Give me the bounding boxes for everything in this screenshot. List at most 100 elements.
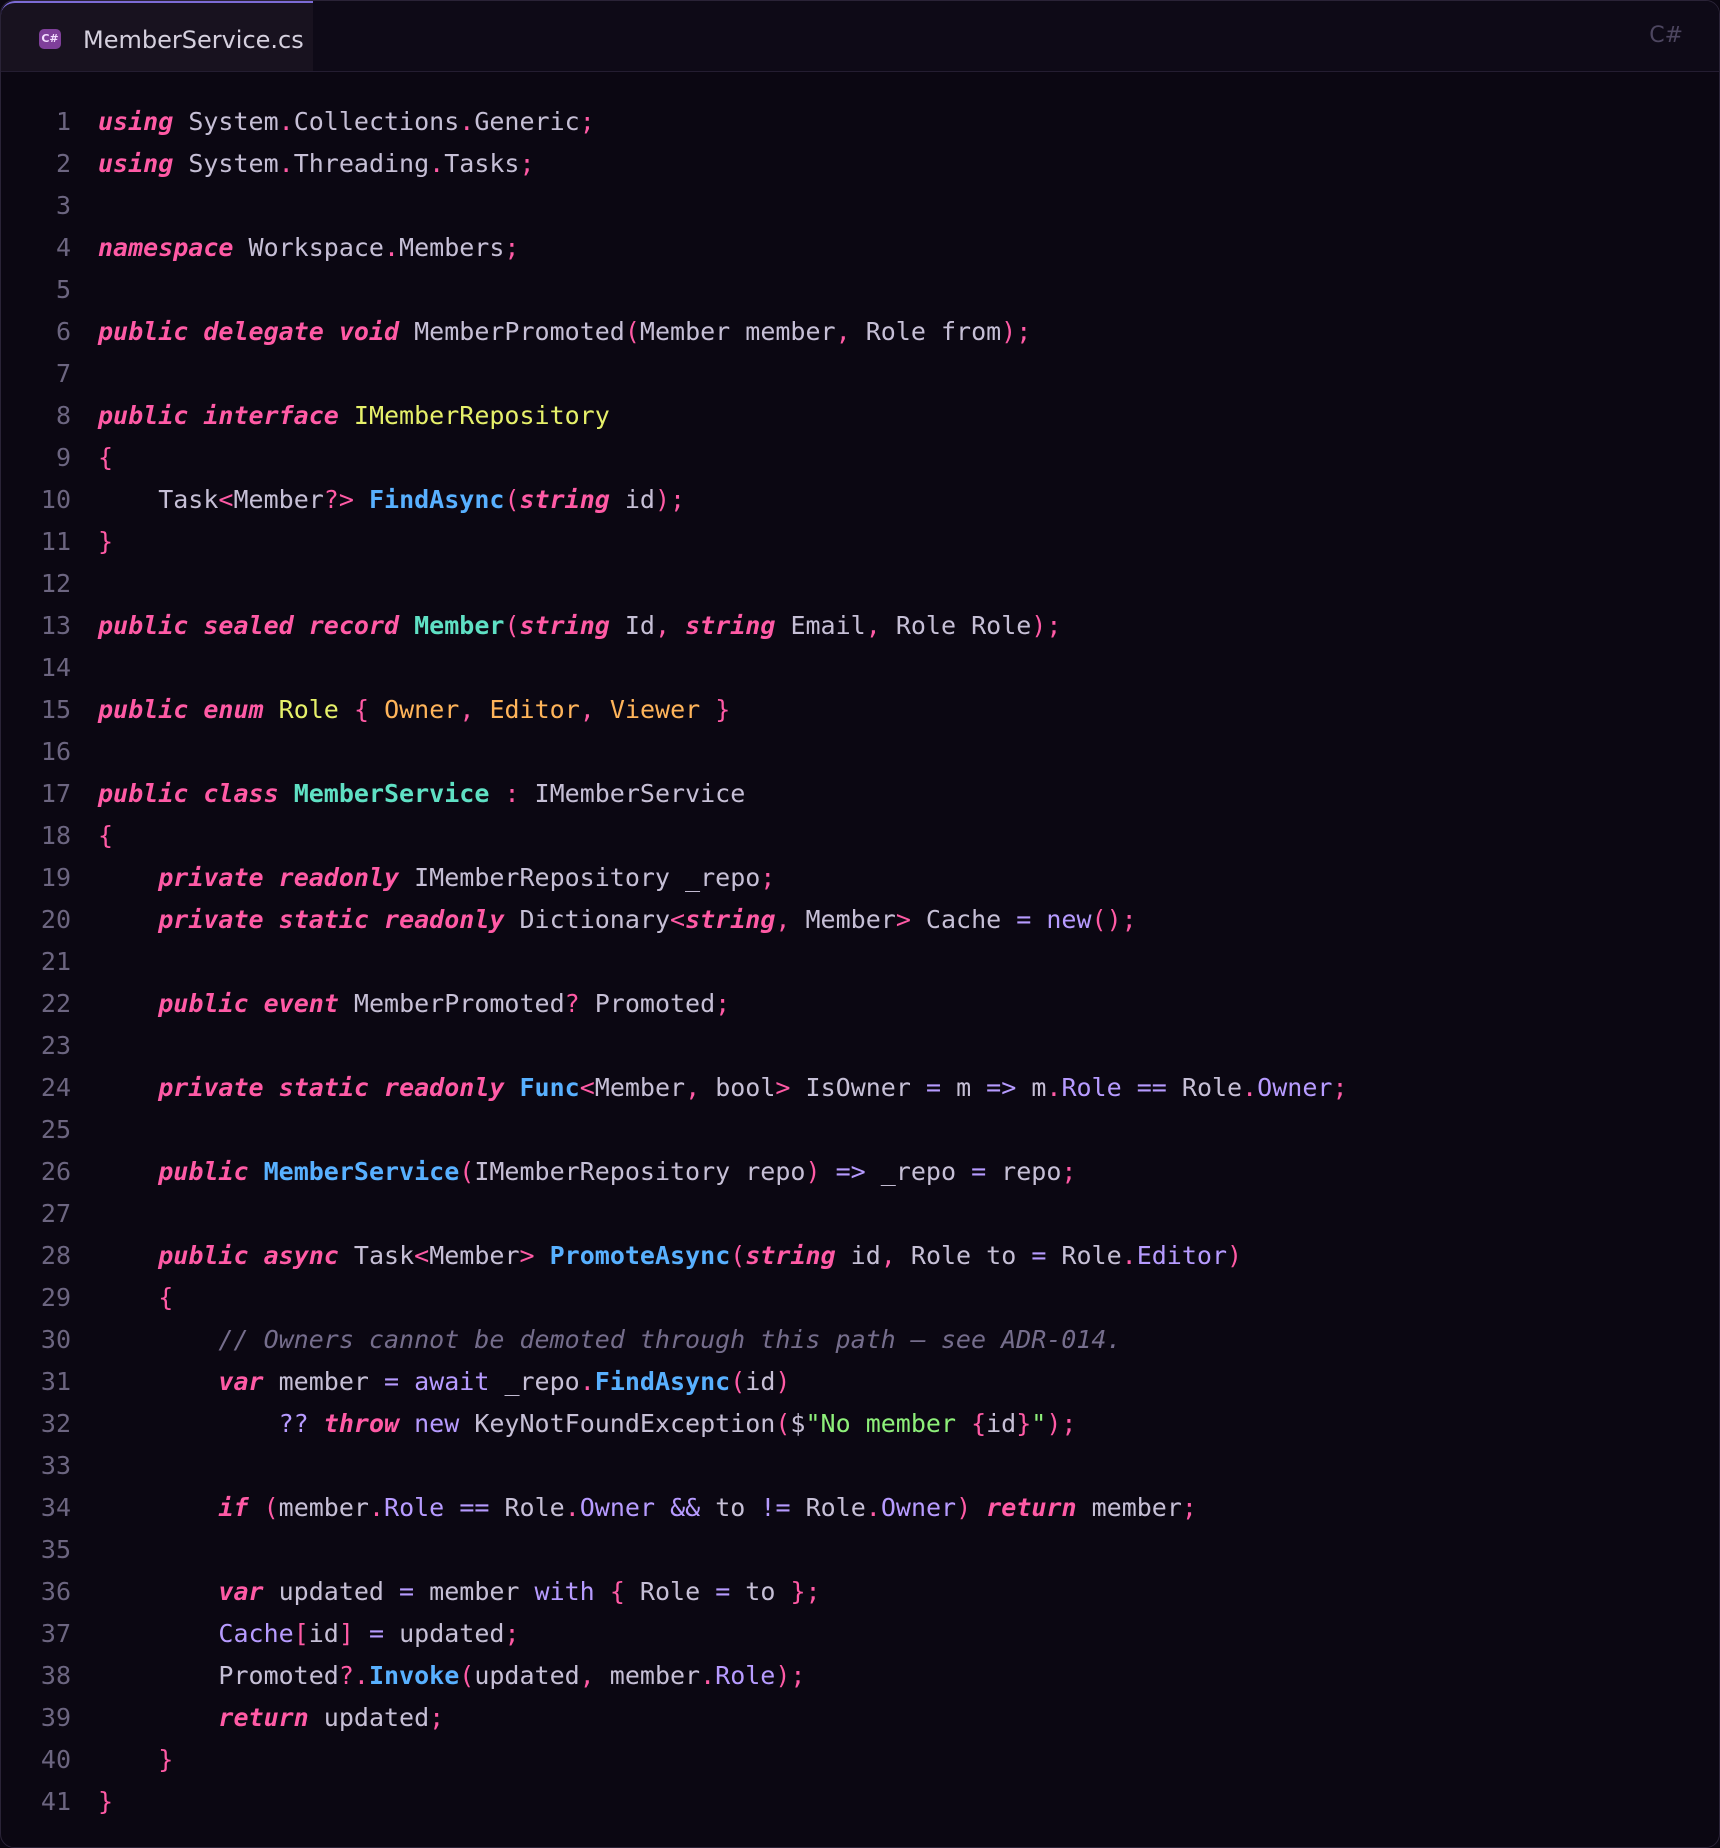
code-line[interactable]: 38 Promoted?.Invoke(updated, member.Role… xyxy=(1,1655,1719,1697)
line-number: 7 xyxy=(55,359,71,388)
code-token: delegate xyxy=(203,317,324,346)
code-line[interactable]: 34 if (member.Role == Role.Owner && to !… xyxy=(1,1487,1719,1529)
line-number: 9 xyxy=(55,443,71,472)
line-number: 36 xyxy=(40,1577,71,1606)
code-line[interactable]: 25 xyxy=(1,1109,1719,1151)
code-token: private xyxy=(158,1073,264,1102)
code-line[interactable]: 40 } xyxy=(1,1739,1719,1781)
code-line[interactable]: 41} xyxy=(1,1781,1719,1823)
code-token: Owner xyxy=(1257,1073,1333,1102)
code-text: { xyxy=(98,437,113,479)
code-text: public class MemberService : IMemberServ… xyxy=(98,773,745,815)
code-line[interactable]: 6 public delegate void MemberPromoted(Mem… xyxy=(1,311,1719,353)
code-text: Cache[id] = updated; xyxy=(98,1613,520,1655)
code-line[interactable]: 15 public enum Role { Owner, Editor, View… xyxy=(1,689,1719,731)
code-line[interactable]: 24 private static readonly Func<Member, … xyxy=(1,1067,1719,1109)
code-token: "No member xyxy=(805,1409,972,1438)
code-line[interactable]: 28 public async Task<Member> PromoteAsyn… xyxy=(1,1235,1719,1277)
code-line[interactable]: 1 using System.Collections.Generic; xyxy=(1,101,1719,143)
code-line[interactable]: 22 public event MemberPromoted? Promoted… xyxy=(1,983,1719,1025)
code-line[interactable]: 30 // Owners cannot be demoted through t… xyxy=(1,1319,1719,1361)
code-line[interactable]: 39 return updated; xyxy=(1,1697,1719,1739)
code-token: to xyxy=(730,1577,791,1606)
code-token: ( xyxy=(775,1409,791,1438)
code-token: class xyxy=(203,779,279,808)
code-line[interactable]: 33 xyxy=(1,1445,1719,1487)
tab-memberservice-cs[interactable]: C# MemberService.cs xyxy=(1,1,313,71)
code-token: IMemberRepository repo xyxy=(474,1157,806,1186)
code-token: MemberPromoted xyxy=(338,989,565,1018)
code-line[interactable]: 7 xyxy=(1,353,1719,395)
line-number: 29 xyxy=(40,1283,71,1312)
code-token: , xyxy=(654,611,671,640)
code-line[interactable]: 35 xyxy=(1,1529,1719,1571)
code-token: => xyxy=(835,1157,866,1186)
code-line[interactable]: 12 xyxy=(1,563,1719,605)
code-token: } xyxy=(98,1787,114,1816)
code-token: = xyxy=(1031,1241,1047,1270)
code-area[interactable]: 1 using System.Collections.Generic; 2 using… xyxy=(1,101,1719,1823)
code-token: , xyxy=(835,317,851,346)
code-token: updated xyxy=(474,1661,580,1690)
code-token: { xyxy=(971,1409,987,1438)
code-line[interactable]: 11} xyxy=(1,521,1719,563)
code-line[interactable]: 17 public class MemberService : IMemberSe… xyxy=(1,773,1719,815)
line-number: 38 xyxy=(40,1661,71,1690)
code-line[interactable]: 2 using System.Threading.Tasks; xyxy=(1,143,1719,185)
code-line[interactable]: 20 private static readonly Dictionary<st… xyxy=(1,899,1719,941)
code-line[interactable]: 18 { xyxy=(1,815,1719,857)
code-line[interactable]: 10 Task<Member?> FindAsync(string id); xyxy=(1,479,1719,521)
line-number: 5 xyxy=(55,275,71,304)
code-line[interactable]: 13 public sealed record Member(string Id,… xyxy=(1,605,1719,647)
code-token: . xyxy=(1046,1073,1062,1102)
line-number: 18 xyxy=(40,821,71,850)
code-line[interactable]: 36 var updated = member with { Role = to… xyxy=(1,1571,1719,1613)
code-line[interactable]: 31 var member = await _repo.FindAsync(id… xyxy=(1,1361,1719,1403)
code-line[interactable]: 26 public MemberService(IMemberRepositor… xyxy=(1,1151,1719,1193)
code-token: ; xyxy=(715,989,731,1018)
code-line[interactable]: 21 xyxy=(1,941,1719,983)
code-token: . xyxy=(579,1367,595,1396)
line-number: 12 xyxy=(40,569,71,598)
code-line[interactable]: 16 xyxy=(1,731,1719,773)
code-line[interactable]: 8 public interface IMemberRepository xyxy=(1,395,1719,437)
code-token: readonly xyxy=(384,905,505,934)
code-token: Role xyxy=(715,1661,776,1690)
code-line[interactable]: 29 { xyxy=(1,1277,1719,1319)
code-line[interactable]: 4 namespace Workspace.Members; xyxy=(1,227,1719,269)
code-token: Member xyxy=(790,905,896,934)
tab-bar: C# MemberService.cs C# xyxy=(1,1,1719,72)
code-line[interactable]: 27 xyxy=(1,1193,1719,1235)
code-line[interactable]: 3 xyxy=(1,185,1719,227)
code-text: public enum Role { Owner, Editor, Viewer… xyxy=(98,689,730,731)
code-line[interactable]: 5 xyxy=(1,269,1719,311)
code-token: ); xyxy=(1031,611,1062,640)
code-token: Member xyxy=(594,1073,686,1102)
code-token: namespace xyxy=(98,233,234,262)
code-line[interactable]: 32 ?? throw new KeyNotFoundException($"N… xyxy=(1,1403,1719,1445)
code-line[interactable]: 14 xyxy=(1,647,1719,689)
code-line[interactable]: 9{ xyxy=(1,437,1719,479)
code-token: MemberPromoted xyxy=(399,317,625,346)
code-token: _repo xyxy=(489,1367,580,1396)
code-line[interactable]: 19 private readonly IMemberRepository _r… xyxy=(1,857,1719,899)
line-number: 28 xyxy=(40,1241,71,1270)
code-token: Viewer xyxy=(609,695,701,724)
code-line[interactable]: 37 Cache[id] = updated; xyxy=(1,1613,1719,1655)
code-token: readonly xyxy=(278,863,400,892)
code-token: = xyxy=(368,1619,385,1648)
code-token: ; xyxy=(504,1619,520,1648)
code-line[interactable]: 23 xyxy=(1,1025,1719,1067)
code-token: < xyxy=(579,1073,595,1102)
line-number: 40 xyxy=(40,1745,71,1774)
